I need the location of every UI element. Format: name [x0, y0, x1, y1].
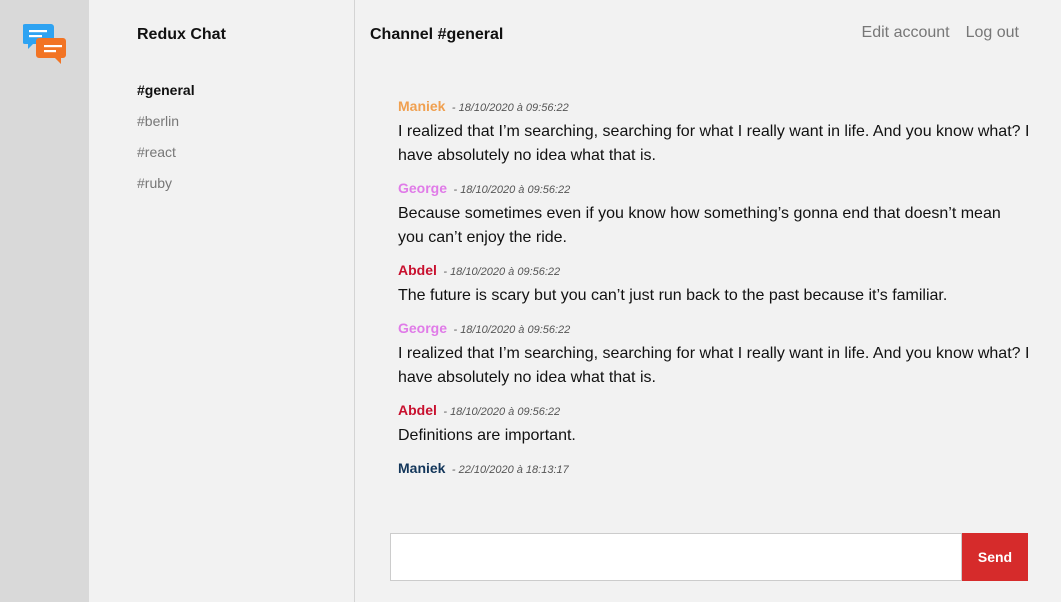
channel-item-react[interactable]: #react	[137, 144, 195, 175]
message-timestamp: - 18/10/2020 à 09:56:22	[451, 102, 569, 114]
channel-item-berlin[interactable]: #berlin	[137, 113, 195, 144]
message-timestamp: - 22/10/2020 à 18:13:17	[451, 464, 569, 476]
message-author: George	[398, 180, 448, 196]
channel-list: #general #berlin #react #ruby	[137, 82, 195, 206]
chat-panel: Channel #general Edit account Log out Ma…	[355, 0, 1061, 602]
message: Abdel - 18/10/2020 à 09:56:22 The future…	[398, 260, 1030, 308]
message: Maniek - 18/10/2020 à 09:56:22 I realize…	[398, 96, 1030, 168]
message-text: Definitions are important.	[398, 427, 576, 444]
channel-item-ruby[interactable]: #ruby	[137, 175, 195, 206]
message-author: Maniek	[398, 98, 446, 114]
message-timestamp: - 18/10/2020 à 09:56:22	[453, 324, 571, 336]
message-author: George	[398, 320, 448, 336]
app-rail	[0, 0, 89, 602]
account-links: Edit account Log out	[862, 24, 1019, 42]
message-author: Abdel	[398, 402, 437, 418]
message-text: Because sometimes even if you know how s…	[398, 205, 1001, 246]
channel-sidebar: Redux Chat #general #berlin #react #ruby	[89, 0, 355, 602]
message-author: Maniek	[398, 460, 446, 476]
message: Maniek - 22/10/2020 à 18:13:17	[398, 458, 1030, 478]
message-timestamp: - 18/10/2020 à 09:56:22	[453, 184, 571, 196]
log-out-link[interactable]: Log out	[966, 24, 1019, 42]
message-input[interactable]	[390, 533, 962, 581]
message-author: Abdel	[398, 262, 437, 278]
app-title: Redux Chat	[137, 26, 226, 43]
message-timestamp: - 18/10/2020 à 09:56:22	[443, 406, 561, 418]
channel-title: Channel #general	[370, 26, 504, 43]
chat-bubbles-icon	[23, 24, 66, 64]
channel-item-general[interactable]: #general	[137, 82, 195, 113]
message: Abdel - 18/10/2020 à 09:56:22 Definition…	[398, 400, 1030, 448]
message-text: I realized that I’m searching, searching…	[398, 345, 1030, 386]
send-button[interactable]: Send	[962, 533, 1028, 581]
message-text: I realized that I’m searching, searching…	[398, 123, 1030, 164]
message-composer: Send	[390, 533, 1028, 581]
message-text: The future is scary but you can’t just r…	[398, 287, 948, 304]
message-timestamp: - 18/10/2020 à 09:56:22	[443, 266, 561, 278]
edit-account-link[interactable]: Edit account	[862, 24, 950, 42]
message-list: Maniek - 18/10/2020 à 09:56:22 I realize…	[398, 96, 1030, 488]
message: George - 18/10/2020 à 09:56:22 Because s…	[398, 178, 1030, 250]
message: George - 18/10/2020 à 09:56:22 I realize…	[398, 318, 1030, 390]
